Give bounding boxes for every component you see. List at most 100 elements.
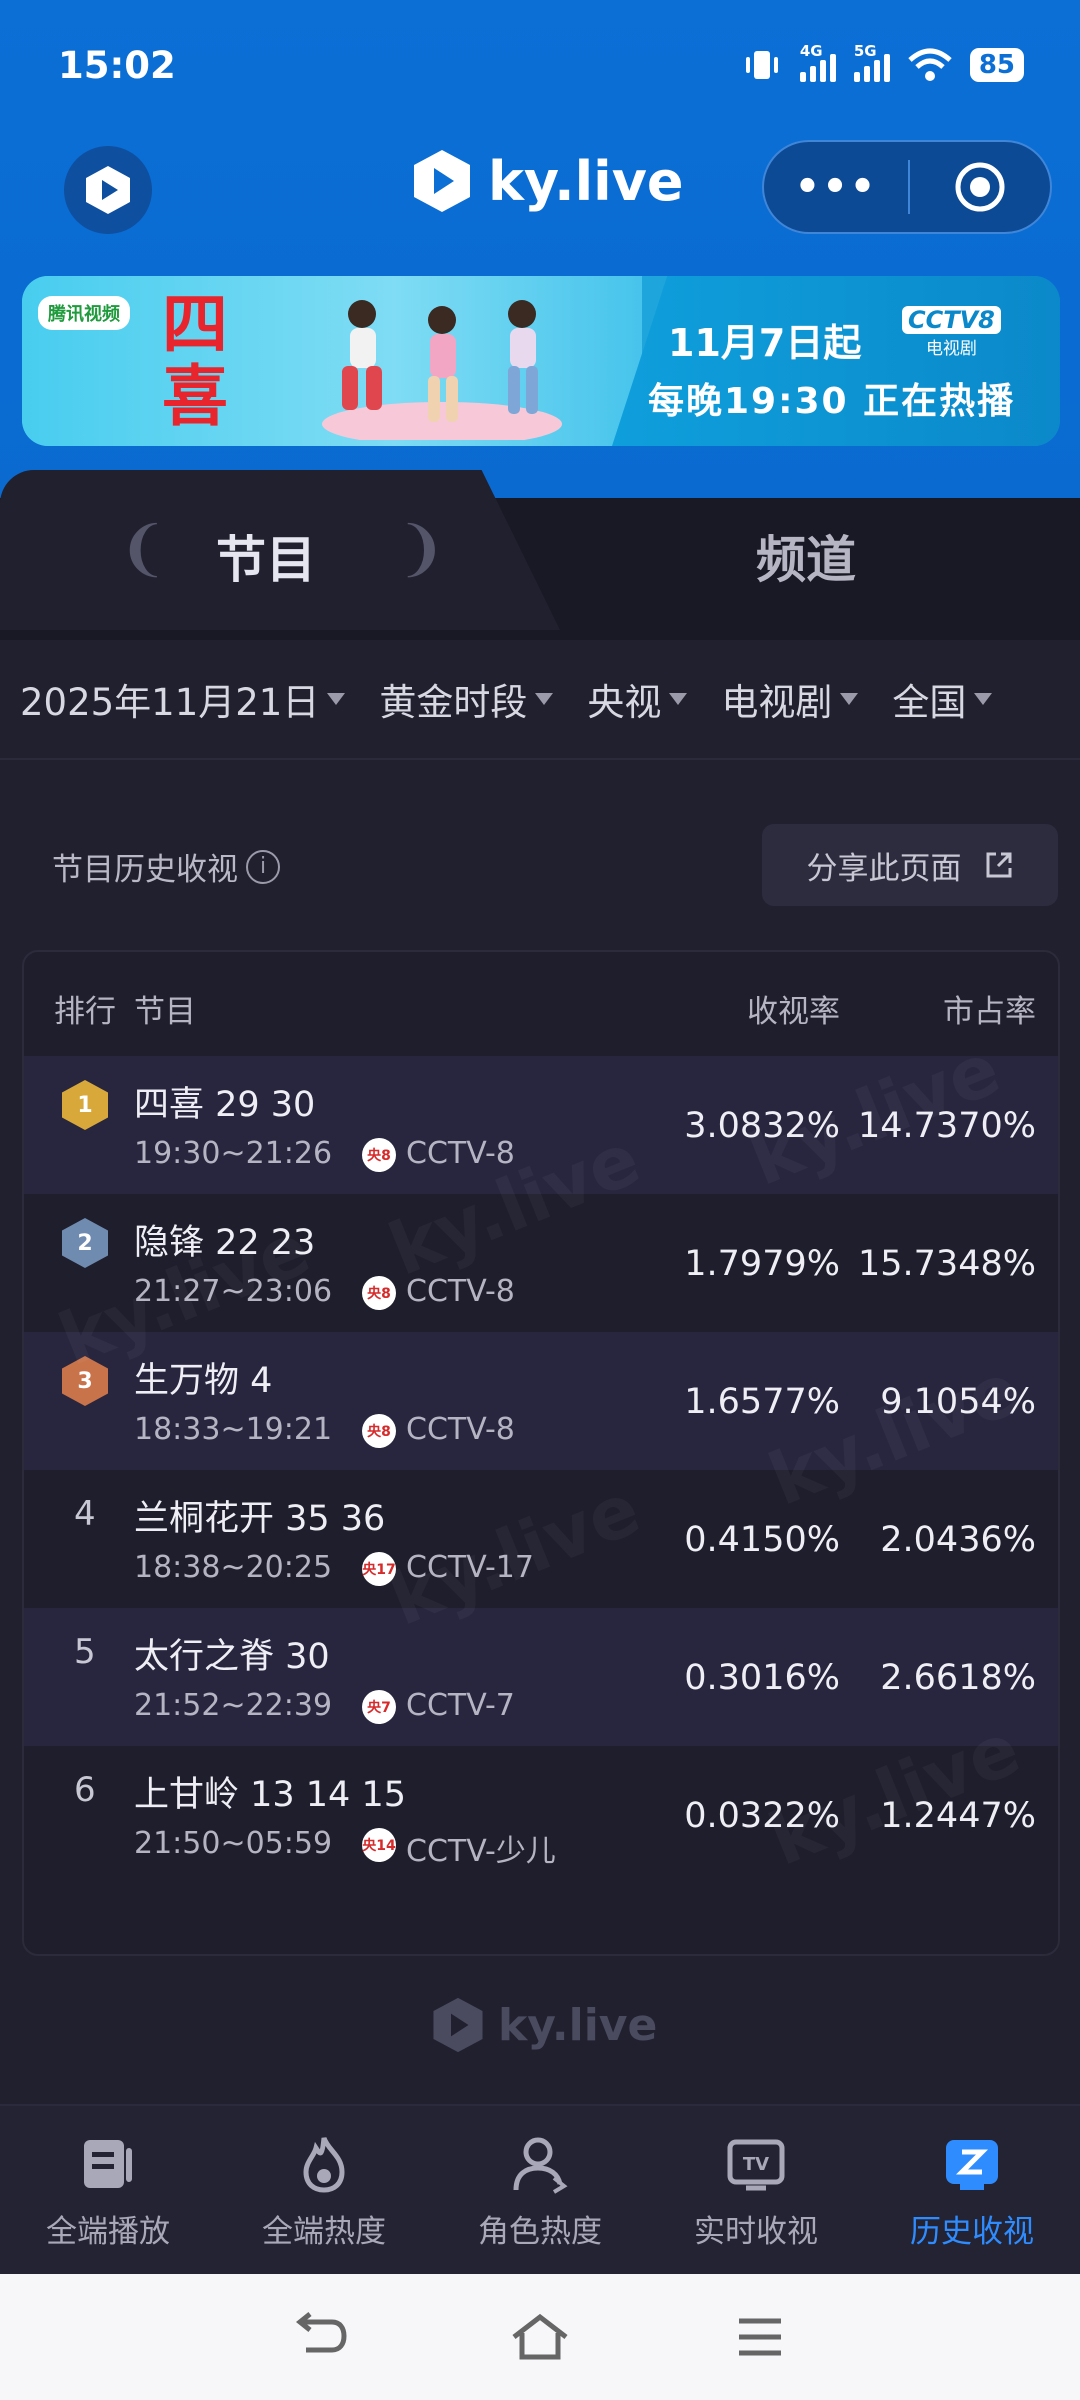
rating-value: 0.0322%: [684, 1796, 840, 1836]
channel-logo-icon: 央17: [362, 1552, 396, 1586]
program-time: 21:50~05:59: [134, 1826, 333, 1861]
menu-button[interactable]: [730, 2307, 790, 2367]
market-share-value: 15.7348%: [858, 1244, 1036, 1284]
share-page-button[interactable]: 分享此页面: [762, 824, 1058, 906]
rating-value: 1.7979%: [684, 1244, 840, 1284]
network-5g-label: 5G: [853, 42, 877, 60]
app-header: ky.live •••: [0, 130, 1080, 250]
nav-character-heat[interactable]: 角色热度: [432, 2106, 648, 2274]
program-name: 生万物 4: [134, 1361, 273, 1401]
history-icon: [946, 2140, 998, 2190]
table-row[interactable]: 4 兰桐花开 35 36 18:38~20:25 央17 CCTV-17 0.4150% 2…: [24, 1470, 1058, 1608]
filter-broadcaster[interactable]: 央视: [587, 672, 688, 726]
header-share: 市占率: [943, 994, 1036, 1030]
header-rank: 排行: [54, 994, 116, 1030]
market-share-value: 9.1054%: [880, 1382, 1036, 1422]
table-row[interactable]: 5 太行之脊 30 21:52~22:39 央7 CCTV-7 0.3016% 2.6618…: [24, 1608, 1058, 1746]
table-row[interactable]: 1 四喜 29 30 19:30~21:26 央8 CCTV-8 3.0832% 14.73…: [24, 1056, 1058, 1194]
home-logo-button[interactable]: [64, 146, 152, 234]
rank-medal-icon: 3: [62, 1356, 108, 1406]
close-miniapp-button[interactable]: [910, 160, 1050, 214]
footer-logo-icon: [433, 1997, 483, 2053]
person-icon: [513, 2137, 568, 2194]
home-icon: [512, 2313, 568, 2360]
ratings-table: 排行 节目 收视率 市占率 1 四喜 29 30 19:30~21:26 央8 CCTV…: [22, 950, 1060, 1956]
filter-broadcaster-label: 央视: [587, 681, 662, 724]
promo-banner[interactable]: 腾讯视频 四喜 11月7日起 CCTV8 电视剧 每晚19:30 正在热播: [22, 276, 1060, 446]
laurel-left-icon: ❨: [118, 514, 169, 584]
filter-date[interactable]: 2025年11月21日: [20, 672, 346, 726]
rank-number: 4: [74, 1494, 96, 1534]
nav-all-heat[interactable]: 全端热度: [216, 2106, 432, 2274]
program-name: 太行之脊 30: [134, 1637, 330, 1677]
filter-date-label: 2025年11月21日: [20, 681, 320, 724]
program-time: 21:52~22:39: [134, 1688, 333, 1723]
info-icon[interactable]: i: [246, 849, 280, 884]
channel-name: CCTV-8: [406, 1274, 515, 1309]
tv-icon: TV: [727, 2139, 785, 2191]
brand-name: ky.live: [488, 149, 684, 213]
table-row[interactable]: 3 生万物 4 18:33~19:21 央8 CCTV-8 1.6577% 9.1054%: [24, 1332, 1058, 1470]
filter-region-label: 全国: [892, 681, 967, 724]
tab-programs[interactable]: 节目: [216, 520, 316, 592]
target-icon: [955, 162, 1005, 212]
status-icons: 4G 5G 85: [742, 42, 1024, 82]
rank-number: 6: [74, 1770, 96, 1810]
dropdown-caret-icon: [840, 693, 859, 705]
brand-title: ky.live: [410, 148, 684, 214]
signal-5g-icon: 5G: [853, 42, 890, 82]
section-title: 节目历史收视 i: [52, 844, 280, 889]
table-row[interactable]: 6 上甘岭 13 14 15 21:50~05:59 央14 CCTV-少儿 0.0322…: [24, 1746, 1058, 1884]
channel-logo-icon: 央8: [362, 1276, 396, 1310]
program-name: 上甘岭 13 14 15: [134, 1775, 406, 1815]
program-time: 18:38~20:25: [134, 1550, 333, 1585]
more-button[interactable]: •••: [764, 164, 908, 210]
channel-logo-icon: 央8: [362, 1414, 396, 1448]
nav-all-playback[interactable]: 全端播放: [0, 2106, 216, 2274]
table-row[interactable]: 2 隐锋 22 23 21:27~23:06 央8 CCTV-8 1.7979% 15.73…: [24, 1194, 1058, 1332]
channel-name: CCTV-8: [406, 1412, 515, 1447]
nav-history-ratings[interactable]: 历史收视: [864, 2106, 1080, 2274]
channel-logo-icon: 央8: [362, 1138, 396, 1172]
tab-channels[interactable]: 频道: [756, 520, 856, 592]
home-button[interactable]: [510, 2307, 570, 2367]
filter-bar: 2025年11月21日 黄金时段 央视 电视剧 全国: [0, 640, 1080, 760]
filter-timeslot[interactable]: 黄金时段: [379, 672, 554, 726]
back-button[interactable]: [290, 2307, 350, 2367]
channel-name: CCTV-17: [406, 1550, 534, 1585]
banner-show-title: 四喜: [162, 285, 228, 435]
rank-number: 5: [74, 1632, 96, 1672]
status-time: 15:02: [58, 44, 176, 87]
rating-value: 1.6577%: [684, 1382, 840, 1422]
program-name: 隐锋 22 23: [134, 1223, 316, 1263]
nav-label: 角色热度: [478, 2214, 602, 2250]
banner-characters-illustration: [322, 300, 562, 440]
filter-genre[interactable]: 电视剧: [721, 672, 859, 726]
kylive-logo-icon: [86, 166, 130, 214]
program-time: 19:30~21:26: [134, 1136, 333, 1171]
channel-name: CCTV-7: [406, 1688, 515, 1723]
program-name: 四喜 29 30: [134, 1085, 316, 1125]
nav-realtime-ratings[interactable]: TV 实时收视: [648, 2106, 864, 2274]
rating-value: 0.4150%: [684, 1520, 840, 1560]
wifi-icon: [908, 48, 952, 81]
status-bar: 15:02 4G 5G 85: [0, 0, 1080, 130]
header-rating: 收视率: [747, 994, 840, 1030]
banner-channel-sub: 电视剧: [925, 339, 977, 359]
rating-value: 3.0832%: [684, 1106, 840, 1146]
tab-bar: ❨ ❩ 节目 频道: [0, 470, 1080, 648]
channel-name: CCTV-8: [406, 1136, 515, 1171]
nav-label: 全端播放: [46, 2214, 170, 2250]
back-icon: [295, 2312, 347, 2353]
banner-date-text: 11月7日起: [668, 321, 862, 365]
channel-name: CCTV-少儿: [406, 1834, 556, 1869]
footer-brand-name: ky.live: [498, 1999, 658, 2051]
nav-label: 全端热度: [262, 2214, 386, 2250]
laurel-right-icon: ❩: [396, 514, 447, 584]
banner-channel-logo: CCTV8 电视剧: [902, 306, 1001, 359]
filter-region[interactable]: 全国: [892, 672, 993, 726]
section-header: 节目历史收视 i 分享此页面: [0, 780, 1080, 920]
menu-icon: [739, 2318, 781, 2356]
share-page-label: 分享此页面: [806, 850, 962, 887]
svg-text:TV: TV: [743, 2154, 769, 2175]
